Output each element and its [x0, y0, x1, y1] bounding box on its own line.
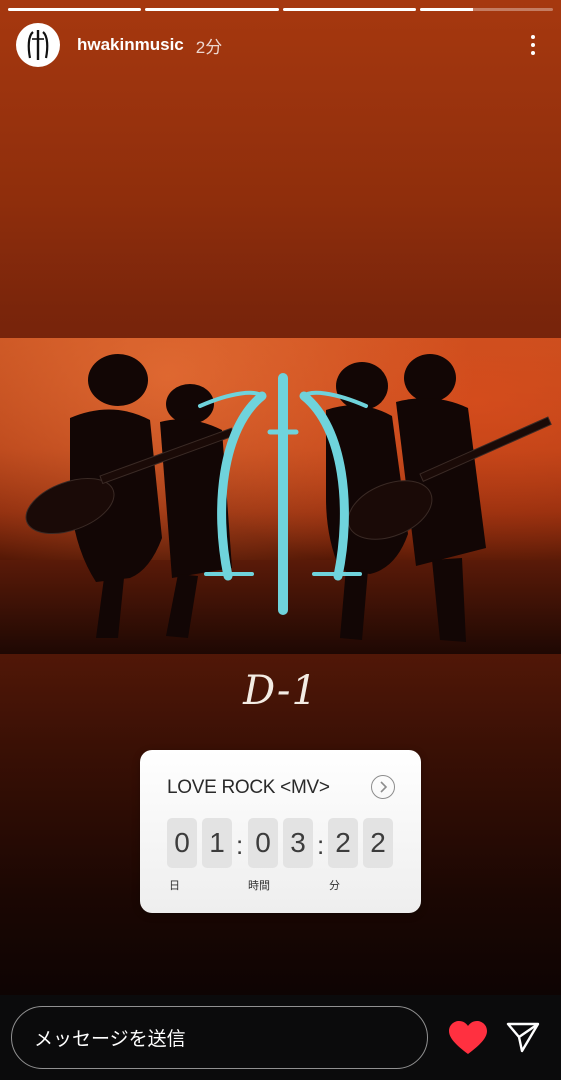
username[interactable]: hwakinmusic — [77, 35, 184, 55]
send-icon[interactable] — [505, 1020, 541, 1056]
countdown-unit-hours: 時間 — [248, 880, 270, 892]
story-view[interactable]: hwakinmusic 2分 D-1 LOVE ROCK <MV> 0 1: … — [0, 0, 561, 995]
countdown-title: LOVE ROCK <MV> — [167, 777, 330, 798]
countdown-digit: 1 — [202, 818, 232, 868]
countdown-digit: 0 — [167, 818, 197, 868]
chevron-right-icon[interactable] — [371, 775, 395, 799]
countdown-separator: : — [317, 830, 325, 860]
band-photo-art — [0, 354, 561, 654]
countdown-unit-minutes: 分 — [329, 880, 340, 892]
progress-segment — [145, 8, 279, 11]
countdown-digit: 3 — [283, 818, 313, 868]
story-title-text: D-1 — [243, 668, 318, 714]
countdown-digit: 0 — [248, 818, 278, 868]
story-progress-bars — [8, 8, 553, 11]
countdown-digit: 2 — [363, 818, 393, 868]
avatar-logo-icon — [27, 30, 49, 60]
countdown-sticker[interactable]: LOVE ROCK <MV> 0 1 : 0 3 : 2 2 日 時間 分 — [140, 750, 421, 913]
countdown-digit: 2 — [328, 818, 358, 868]
post-time: 2分 — [195, 37, 223, 57]
countdown-unit-days: 日 — [169, 880, 180, 892]
progress-segment — [8, 8, 142, 11]
band-photo — [0, 338, 561, 654]
story-reply-bar: メッセージを送信 — [0, 995, 561, 1080]
story-header: hwakinmusic 2分 — [16, 22, 545, 68]
progress-segment — [282, 8, 416, 11]
more-options-icon[interactable] — [521, 31, 545, 59]
avatar[interactable] — [16, 23, 60, 67]
countdown-separator: : — [236, 830, 244, 860]
message-placeholder: メッセージを送信 — [34, 1029, 186, 1050]
progress-segment — [419, 8, 553, 11]
message-input[interactable]: メッセージを送信 — [11, 1006, 428, 1069]
heart-icon[interactable] — [448, 1021, 488, 1055]
